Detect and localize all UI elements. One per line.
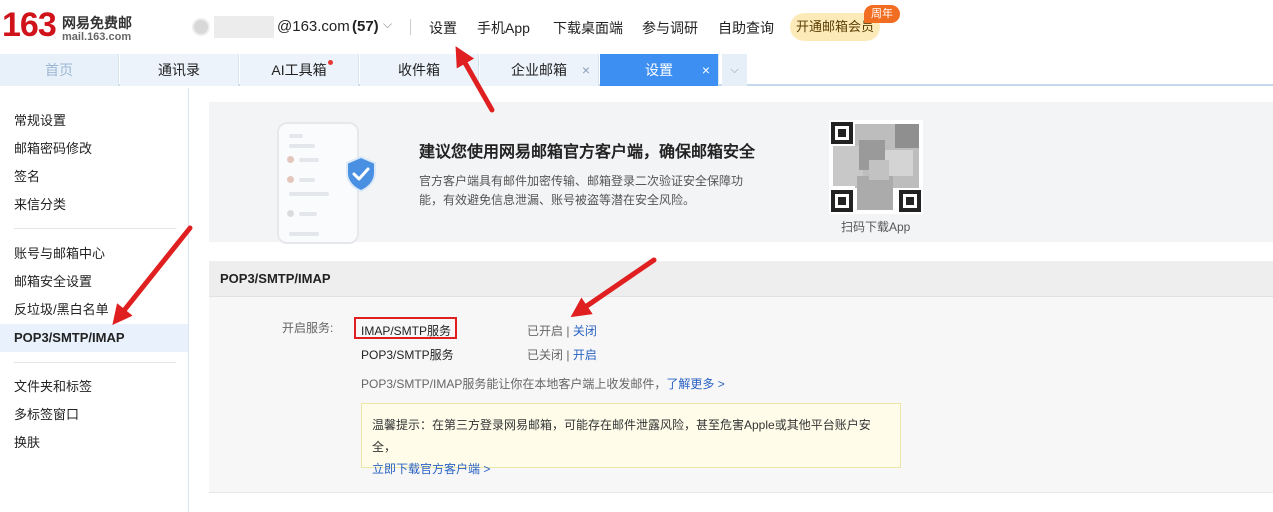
phone-line (289, 144, 315, 148)
tab-inbox[interactable]: 收件箱 (360, 54, 479, 86)
close-icon[interactable]: × (582, 54, 590, 86)
nav-link-desktop[interactable]: 下载桌面端 (553, 18, 623, 38)
header-divider (410, 19, 411, 35)
tab-home[interactable]: 首页 (0, 54, 119, 86)
tab-label: 设置 (645, 62, 673, 78)
logo-number[interactable]: 163 (2, 6, 57, 45)
sidebar-item-skin[interactable]: 换肤 (0, 429, 188, 457)
nav-link-mobile-app[interactable]: 手机App (477, 18, 530, 38)
service-status-imap-smtp: 已开启 | 关闭 (527, 322, 597, 339)
phone-line (299, 212, 317, 216)
tab-bar: 首页 通讯录 AI工具箱 收件箱 企业邮箱 × 设置 × ⌵ (0, 54, 1273, 86)
tip-text: 温馨提示：在第三方登录网易邮箱，可能存在邮件泄露风险，甚至危害Apple或其他平… (372, 418, 871, 454)
enable-pop3-link[interactable]: 开启 (573, 348, 597, 362)
sidebar-item-antispam[interactable]: 反垃圾/黑白名单 (0, 296, 188, 324)
client-promo-banner: 建议您使用网易邮箱官方客户端，确保邮箱安全 官方客户端具有邮件加密传输、邮箱登录… (209, 102, 1273, 244)
service-name-imap-smtp: IMAP/SMTP服务 (361, 324, 452, 338)
status-separator: | (563, 324, 573, 338)
settings-content: 建议您使用网易邮箱官方客户端，确保邮箱安全 官方客户端具有邮件加密传输、邮箱登录… (190, 88, 1273, 512)
sidebar-item-pop3-smtp-imap[interactable]: POP3/SMTP/IMAP (0, 324, 188, 352)
shield-icon (346, 156, 376, 192)
service-description: POP3/SMTP/IMAP服务能让你在本地客户端上收发邮件，了解更多 > (361, 375, 725, 392)
disable-imap-link[interactable]: 关闭 (573, 324, 597, 338)
nav-link-self-service[interactable]: 自助查询 (718, 18, 774, 38)
qr-caption: 扫码下载App (841, 220, 911, 234)
service-status-pop3-smtp: 已关闭 | 开启 (527, 346, 597, 363)
phone-line (289, 192, 329, 196)
chevron-down-icon[interactable]: ⌵ (383, 17, 392, 32)
sidebar-item-signature[interactable]: 签名 (0, 163, 188, 191)
phone-line (289, 134, 303, 138)
banner-title: 建议您使用网易邮箱官方客户端，确保邮箱安全 (419, 144, 756, 161)
tab-label: AI工具箱 (271, 62, 327, 78)
status-separator: | (563, 348, 573, 362)
sidebar-item-multi-tab[interactable]: 多标签窗口 (0, 401, 188, 429)
logo-domain: mail.163.com (62, 31, 132, 43)
phone-line (289, 232, 319, 236)
sidebar-divider (14, 228, 176, 229)
tab-contacts[interactable]: 通讯录 (120, 54, 239, 86)
status-text: 已关闭 (527, 348, 564, 362)
description-text: POP3/SMTP/IMAP服务能让你在本地客户端上收发邮件， (361, 377, 667, 391)
account-domain[interactable]: @163.com (277, 18, 350, 35)
tab-ai-toolbox[interactable]: AI工具箱 (240, 54, 359, 86)
avatar[interactable] (192, 18, 210, 36)
tab-label: 企业邮箱 (511, 62, 567, 78)
sidebar-item-security[interactable]: 邮箱安全设置 (0, 268, 188, 296)
sidebar-item-account-center[interactable]: 账号与邮箱中心 (0, 240, 188, 268)
service-name-pop3-smtp: POP3/SMTP服务 (361, 348, 454, 362)
tab-label: 首页 (45, 62, 73, 78)
security-tip-box: 温馨提示：在第三方登录网易邮箱，可能存在邮件泄露风险，甚至危害Apple或其他平… (361, 403, 901, 476)
account-name-masked (214, 16, 274, 38)
nav-link-settings[interactable]: 设置 (429, 18, 457, 38)
qr-code-icon (829, 120, 923, 214)
close-icon[interactable]: × (702, 54, 710, 86)
phone-dot (287, 176, 294, 183)
section-title: POP3/SMTP/IMAP (209, 261, 1273, 297)
phone-line (299, 158, 319, 162)
nav-link-survey[interactable]: 参与调研 (642, 18, 698, 38)
sidebar-item-password[interactable]: 邮箱密码修改 (0, 135, 188, 163)
phone-dot (287, 156, 294, 163)
logo-name: 网易免费邮 (62, 15, 132, 31)
settings-sidebar: 常规设置 邮箱密码修改 签名 来信分类 账号与邮箱中心 邮箱安全设置 反垃圾/黑… (0, 88, 189, 512)
top-header: 163 网易免费邮 mail.163.com @163.com (57) ⌵ 设… (0, 0, 1273, 54)
tab-label: 收件箱 (398, 62, 440, 78)
tab-settings[interactable]: 设置 × (600, 54, 719, 86)
anniversary-badge: 周年 (864, 5, 900, 23)
pop3-smtp-imap-panel: 开启服务: IMAP/SMTP服务 已开启 | 关闭 POP3/SMTP服务 已… (209, 297, 1273, 493)
unread-count[interactable]: (57) (352, 18, 379, 35)
status-text: 已开启 (527, 324, 564, 338)
banner-description: 官方客户端具有邮件加密传输、邮箱登录二次验证安全保障功能，有效避免信息泄漏、账号… (419, 174, 744, 207)
services-label: 开启服务: (282, 321, 334, 335)
phone-line (299, 178, 315, 182)
tab-enterprise-mail[interactable]: 企业邮箱 × (480, 54, 599, 86)
sidebar-divider (14, 362, 176, 363)
sidebar-item-mail-rules[interactable]: 来信分类 (0, 191, 188, 219)
learn-more-link[interactable]: 了解更多 > (666, 377, 724, 391)
tab-more-chevron-icon[interactable]: ⌵ (722, 54, 747, 86)
sidebar-item-general[interactable]: 常规设置 (0, 107, 188, 135)
download-client-link[interactable]: 立即下载官方客户端 > (372, 458, 890, 480)
tab-label: 通讯录 (158, 62, 200, 78)
notification-dot (328, 60, 333, 65)
sidebar-item-folders-labels[interactable]: 文件夹和标签 (0, 373, 188, 401)
phone-dot (287, 210, 294, 217)
